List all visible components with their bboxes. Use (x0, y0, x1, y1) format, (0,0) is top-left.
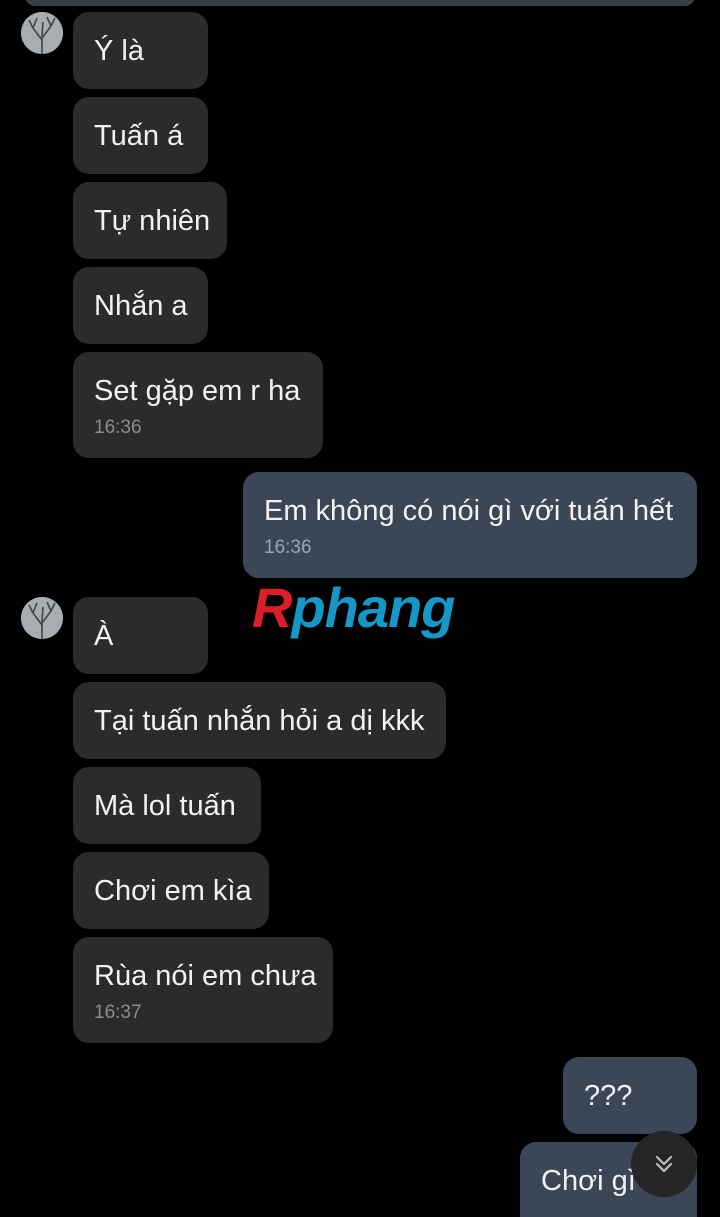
contact-avatar[interactable] (21, 12, 63, 54)
message-text: Em không có nói gì với tuấn hết (264, 495, 674, 527)
message-timestamp: 16:36 (94, 417, 142, 438)
message-bubble-incoming[interactable]: Mà lol tuấn (73, 767, 261, 844)
message-text: À (94, 620, 114, 652)
message-text: Rùa nói em chưa (94, 960, 317, 992)
watermark-text: phang (291, 576, 455, 639)
message-bubble-outgoing[interactable]: ??? (563, 1057, 697, 1134)
message-text: Set gặp em r ha (94, 375, 301, 407)
message-bubble-incoming[interactable]: Set gặp em r ha 16:36 (73, 352, 323, 458)
message-text: Nhắn a (94, 290, 188, 322)
top-bar-edge (26, 0, 694, 6)
message-text: Tự nhiên (94, 205, 211, 237)
message-text: Chơi em kìa (94, 875, 252, 907)
message-bubble-incoming[interactable]: Ý là (73, 12, 208, 89)
message-text: Ý là (94, 35, 144, 67)
message-text: Mà lol tuấn (94, 790, 236, 822)
watermark-logo: Rphang (252, 576, 455, 639)
message-bubble-incoming[interactable]: Chơi em kìa (73, 852, 269, 929)
message-bubble-incoming[interactable]: Tuấn á (73, 97, 208, 174)
message-text: Tại tuấn nhắn hỏi a dị kkk (94, 705, 425, 737)
message-text: Tuấn á (94, 120, 184, 152)
message-bubble-incoming[interactable]: Tự nhiên (73, 182, 227, 259)
message-timestamp: 16:36 (264, 537, 312, 558)
message-bubble-outgoing[interactable]: Em không có nói gì với tuấn hết 16:36 (243, 472, 697, 578)
scroll-to-bottom-button[interactable] (631, 1131, 697, 1197)
avatar-image (21, 597, 63, 639)
contact-avatar[interactable] (21, 597, 63, 639)
message-bubble-incoming[interactable]: Nhắn a (73, 267, 208, 344)
avatar-image (21, 12, 63, 54)
message-timestamp: 16:37 (94, 1002, 142, 1023)
watermark-letter: R (252, 576, 292, 639)
double-chevron-down-icon (655, 1155, 673, 1173)
message-bubble-incoming[interactable]: Rùa nói em chưa 16:37 (73, 937, 333, 1043)
message-text: ??? (584, 1080, 633, 1112)
message-bubble-incoming[interactable]: Tại tuấn nhắn hỏi a dị kkk (73, 682, 446, 759)
message-bubble-incoming[interactable]: À (73, 597, 208, 674)
